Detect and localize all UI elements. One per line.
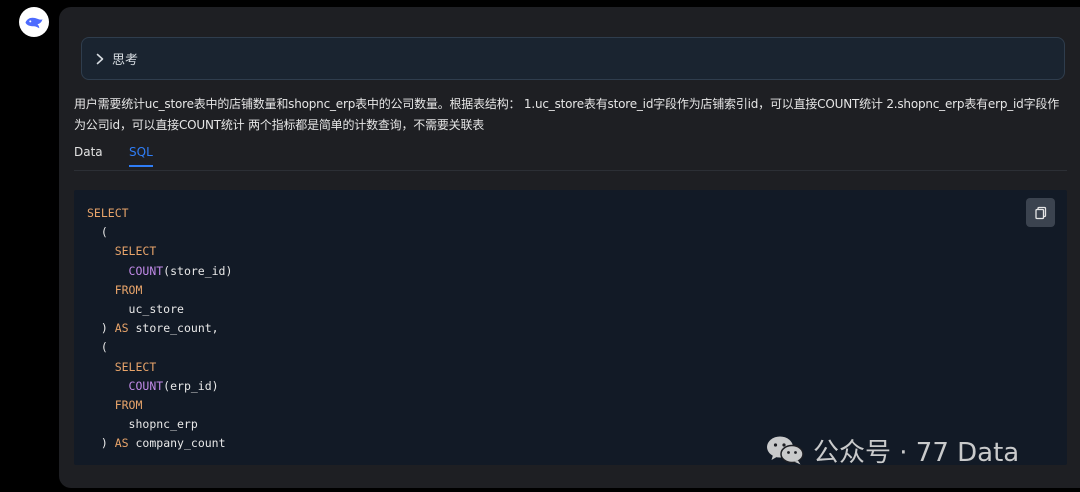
thinking-toggle[interactable]: 思考 bbox=[81, 37, 1065, 80]
wechat-icon bbox=[767, 436, 804, 465]
sql-keyword: FROM bbox=[114, 397, 143, 412]
tab-sql[interactable]: SQL bbox=[129, 145, 153, 167]
watermark-text: 公众号 · 77 Data bbox=[813, 437, 1020, 468]
watermark: 公众号 · 77 Data bbox=[765, 432, 1019, 468]
code-line: SELECT bbox=[87, 242, 232, 261]
chevron-right-icon bbox=[95, 53, 105, 65]
code-line: shopnc_erp bbox=[87, 415, 232, 434]
code-line: FROM bbox=[87, 281, 232, 300]
code-line: ( bbox=[87, 338, 232, 357]
copy-icon bbox=[1034, 206, 1046, 219]
sql-token: (store_id) bbox=[163, 263, 233, 278]
assistant-avatar bbox=[19, 7, 49, 37]
sql-keyword: FROM bbox=[114, 282, 143, 297]
whale-logo-icon bbox=[23, 11, 45, 33]
sql-token: store_count, bbox=[128, 321, 219, 336]
code-line: SELECT bbox=[87, 204, 232, 223]
tab-data[interactable]: Data bbox=[74, 145, 103, 165]
sql-keyword: AS bbox=[114, 436, 129, 451]
code-line: FROM bbox=[87, 396, 232, 415]
sql-token: ) bbox=[100, 436, 115, 451]
reasoning-text: 用户需要统计uc_store表中的店铺数量和shopnc_erp表中的公司数量。… bbox=[74, 97, 1060, 132]
sql-code: SELECT ( SELECT COUNT(store_id) FROM uc_… bbox=[87, 204, 232, 453]
sql-keyword: AS bbox=[114, 321, 129, 336]
code-line: SELECT bbox=[87, 358, 232, 377]
sql-token: uc_store bbox=[128, 301, 184, 316]
code-line: ( bbox=[87, 223, 232, 242]
sql-token: company_count bbox=[128, 436, 226, 451]
sql-token: ( bbox=[100, 225, 108, 240]
sql-function: COUNT bbox=[128, 378, 164, 393]
code-line: COUNT(erp_id) bbox=[87, 377, 232, 396]
sql-token: shopnc_erp bbox=[128, 417, 198, 432]
chat-message-panel: 思考 用户需要统计uc_store表中的店铺数量和shopnc_erp表中的公司… bbox=[59, 7, 1080, 488]
code-line: ) AS store_count, bbox=[87, 319, 232, 338]
result-tabs: Data SQL bbox=[74, 145, 1067, 171]
copy-button[interactable] bbox=[1026, 198, 1055, 227]
sql-keyword: SELECT bbox=[114, 359, 157, 374]
thinking-label: 思考 bbox=[112, 53, 139, 68]
sql-token: ) bbox=[100, 321, 115, 336]
page: 思考 用户需要统计uc_store表中的店铺数量和shopnc_erp表中的公司… bbox=[0, 0, 1080, 492]
sql-function: COUNT bbox=[128, 263, 164, 278]
code-line: COUNT(store_id) bbox=[87, 262, 233, 281]
sql-code-block: SELECT ( SELECT COUNT(store_id) FROM uc_… bbox=[74, 190, 1067, 465]
code-line: ) AS company_count bbox=[87, 434, 232, 453]
sql-token: (erp_id) bbox=[163, 378, 219, 393]
sql-token: ( bbox=[100, 340, 108, 355]
sql-keyword: SELECT bbox=[114, 244, 157, 259]
code-line: uc_store bbox=[87, 300, 232, 319]
sql-keyword: SELECT bbox=[87, 206, 129, 220]
